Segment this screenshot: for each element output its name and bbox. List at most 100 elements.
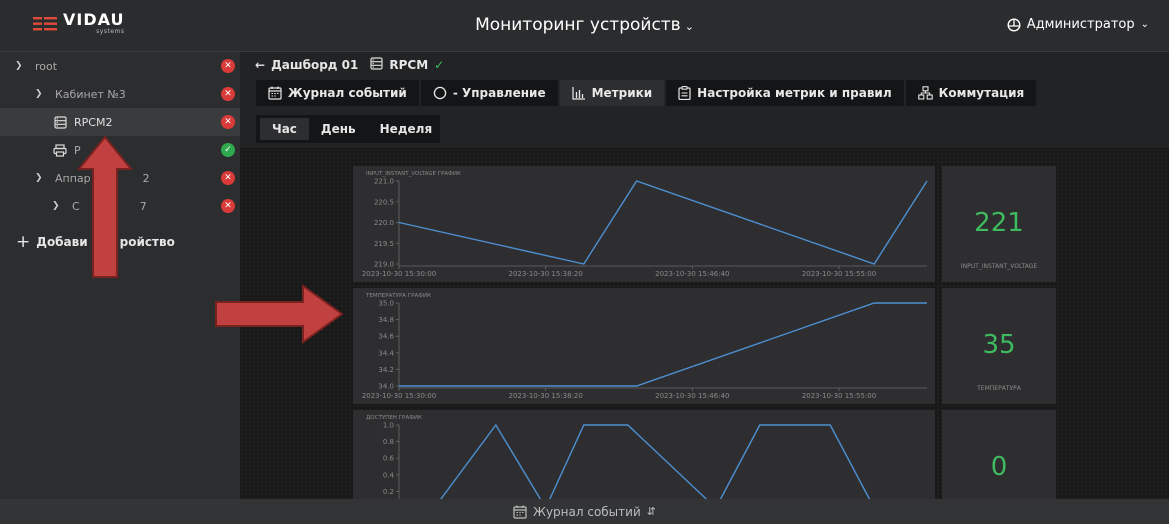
printer-icon: [52, 143, 68, 157]
app-title-text: Мониторинг устройств: [475, 15, 681, 35]
tree-item-label-tail: 2: [142, 171, 150, 185]
voltage-value-panel[interactable]: 221 INPUT_INSTANT_VOLTAGE: [942, 166, 1056, 282]
y-tick-label: 0.2: [383, 488, 394, 496]
tab-control[interactable]: - Управление: [420, 80, 558, 106]
tree-item-label: Кабинет №3: [55, 87, 126, 101]
y-tick-label: 220.0: [374, 219, 394, 227]
tree-item-cabinet[interactable]: ❯ Кабинет №3 ✕: [0, 80, 240, 108]
chart-title: ДОСТУПЕН ГРАФИК: [366, 415, 422, 421]
voltage-value-caption: INPUT_INSTANT_VOLTAGE: [960, 263, 1038, 270]
chart-axis: [398, 181, 927, 267]
period-selector: Час День Неделя: [256, 115, 440, 143]
back-arrow-icon[interactable]: ←: [255, 58, 265, 72]
caret-down-icon: ❯: [35, 89, 43, 99]
user-name: Администратор: [1026, 17, 1135, 32]
plus-icon: +: [16, 232, 31, 252]
bar-chart-icon: [571, 87, 585, 100]
tab-metrics[interactable]: Метрики: [559, 80, 665, 106]
network-icon: [917, 86, 933, 100]
y-tick-label: 34.8: [378, 316, 394, 324]
series-line: [399, 423, 927, 510]
temperature-chart-panel[interactable]: ТЕМПЕРАТУРА ГРАФИК 34.0 34.2 34.4 34.6 34.8 35…: [353, 288, 935, 404]
y-tick-label: 221.0: [374, 178, 394, 186]
voltage-chart-panel[interactable]: INPUT_INSTANT_VOLTAGE ГРАФИК 219.0 219.5 22…: [353, 166, 935, 282]
ok-status-icon: ✓: [221, 143, 235, 157]
annotation-arrow-up: [76, 135, 134, 278]
chevron-down-icon: ⌄: [1140, 19, 1149, 30]
error-status-icon: ✕: [221, 87, 235, 101]
check-icon: ✓: [434, 58, 445, 72]
tab-label: Журнал событий: [288, 86, 407, 100]
period-week-button[interactable]: Неделя: [368, 118, 445, 140]
tab-label: Настройка метрик и правил: [697, 86, 892, 100]
chart-axis: [398, 303, 927, 389]
y-tick-label: 0.4: [383, 471, 395, 479]
temperature-value-panel[interactable]: 35 ТЕМПЕРАТУРА: [942, 288, 1056, 404]
tree-item-root[interactable]: ❯ root ✕: [0, 52, 240, 80]
x-tick-label: 2023-10-30 15:30:00: [362, 270, 436, 278]
calendar-icon: [268, 86, 282, 100]
chart-title: INPUT_INSTANT_VOLTAGE ГРАФИК: [366, 171, 461, 177]
y-tick-label: 1.0: [383, 422, 394, 430]
tree-item-label: RPCM2: [74, 115, 113, 129]
bottom-event-log-bar[interactable]: Журнал событий ⇵: [0, 499, 1169, 524]
tab-events[interactable]: Журнал событий: [256, 80, 419, 106]
error-status-icon: ✕: [221, 171, 235, 185]
error-status-icon: ✕: [221, 199, 235, 213]
x-tick-label: 2023-10-30 15:46:40: [655, 270, 729, 278]
availability-chart-panel[interactable]: ДОСТУПЕН ГРАФИК 0.2 0.4 0.6 0.8 1.0: [353, 410, 935, 511]
y-tick-label: 0.6: [383, 455, 395, 463]
y-tick-label: 219.5: [374, 240, 394, 248]
error-status-icon: ✕: [221, 115, 235, 129]
voltage-value: 221: [974, 208, 1024, 238]
caret-down-icon: ❯: [52, 201, 60, 211]
tab-switching[interactable]: Коммутация: [905, 80, 1037, 106]
tab-metric-settings[interactable]: Настройка метрик и правил: [666, 80, 904, 106]
x-tick-label: 2023-10-30 15:38:20: [508, 392, 582, 400]
dashboard-grid: INPUT_INSTANT_VOLTAGE ГРАФИК 219.0 219.5 22…: [240, 148, 1169, 511]
error-status-icon: ✕: [221, 59, 235, 73]
period-hour-button[interactable]: Час: [260, 118, 309, 140]
y-tick-label: 34.4: [378, 349, 394, 357]
top-bar: VIDAU systems Мониторинг устройств ⌄ Адми…: [0, 0, 1169, 52]
y-tick-label: 220.5: [374, 198, 394, 206]
x-tick-label: 2023-10-30 15:30:00: [362, 392, 436, 400]
y-tick-label: 0.8: [383, 438, 394, 446]
tab-label: Метрики: [591, 86, 653, 100]
x-tick-label: 2023-10-30 15:55:00: [802, 392, 876, 400]
user-menu[interactable]: Администратор ⌄: [1007, 17, 1149, 32]
y-tick-label: 34.0: [378, 383, 394, 391]
x-tick-label: 2023-10-30 15:38:20: [508, 270, 582, 278]
x-tick-label: 2023-10-30 15:55:00: [802, 270, 876, 278]
tree-item-rpcm2[interactable]: RPCM2 ✕: [0, 108, 240, 136]
circle-icon: [433, 86, 447, 100]
tab-label: - Управление: [452, 86, 546, 100]
temperature-value: 35: [982, 330, 1016, 360]
breadcrumb-dashboard[interactable]: Дашборд 01: [271, 58, 358, 72]
period-day-button[interactable]: День: [309, 118, 368, 140]
calendar-icon: [513, 505, 527, 519]
series-line: [399, 302, 927, 387]
temperature-chart: ТЕМПЕРАТУРА ГРАФИК 34.0 34.2 34.4 34.6 34.8 35…: [362, 293, 927, 400]
y-tick-label: 35.0: [378, 300, 394, 308]
expand-toggle-icon: ⇵: [646, 505, 656, 518]
tab-label: Коммутация: [938, 86, 1025, 100]
device-icon: [370, 57, 383, 73]
clipboard-icon: [678, 86, 691, 100]
caret-down-icon: ❯: [35, 173, 43, 183]
y-tick-label: 219.0: [374, 261, 394, 269]
series-line: [398, 180, 928, 265]
annotation-arrow-right: [215, 284, 344, 344]
availability-value-panel[interactable]: 0: [942, 410, 1056, 499]
availability-value: 0: [990, 452, 1008, 482]
app-title[interactable]: Мониторинг устройств ⌄: [0, 15, 1169, 35]
bottom-bar-label: Журнал событий: [533, 504, 641, 519]
tab-bar: Журнал событий - Управление Метрики Наст…: [256, 80, 1038, 106]
caret-down-icon: ❯: [15, 61, 23, 71]
chevron-down-icon: ⌄: [684, 20, 694, 33]
breadcrumb: ← Дашборд 01 RPCM ✓: [255, 57, 444, 73]
chart-title: ТЕМПЕРАТУРА ГРАФИК: [365, 293, 431, 299]
breadcrumb-device: RPCM: [389, 58, 429, 72]
temperature-value-caption: ТЕМПЕРАТУРА: [977, 385, 1021, 392]
y-tick-label: 34.2: [378, 366, 394, 374]
